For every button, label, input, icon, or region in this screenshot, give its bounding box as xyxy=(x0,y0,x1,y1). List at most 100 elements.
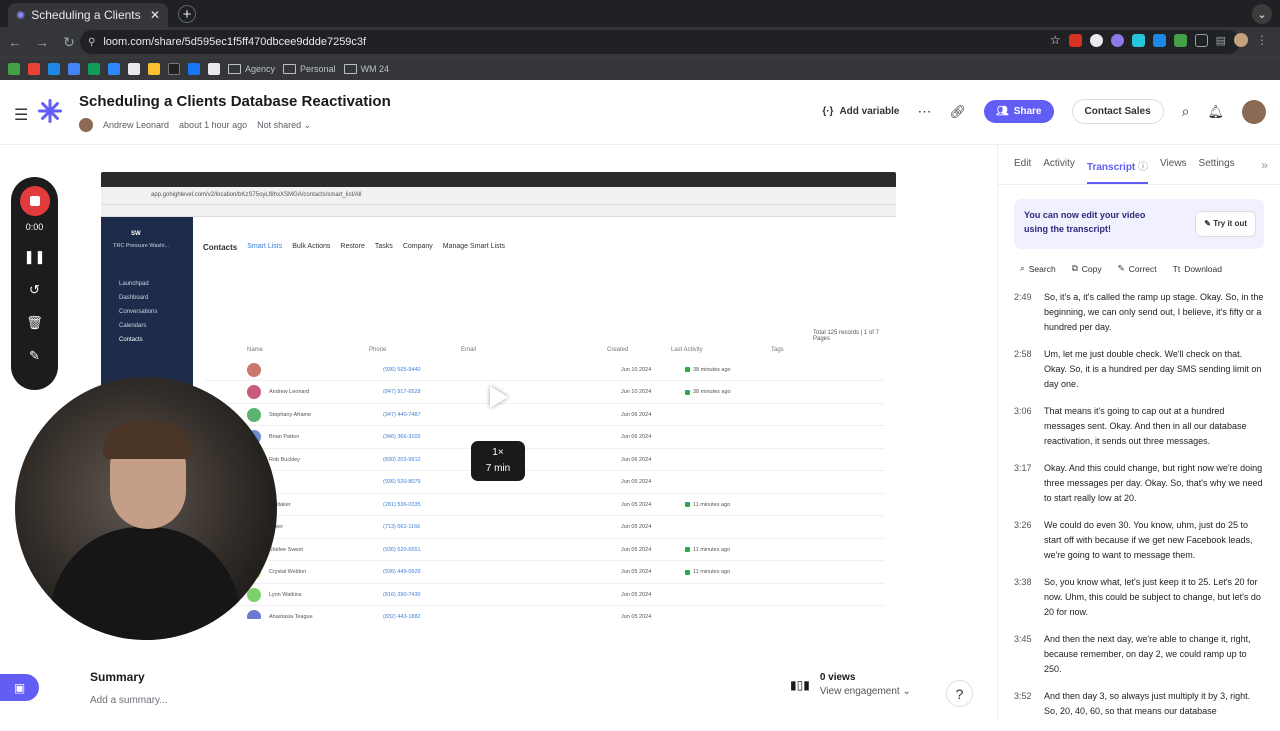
add-variable-button[interactable]: {·} Add variable xyxy=(822,106,899,117)
view-engagement-link[interactable]: View engagement ⌄ xyxy=(820,686,911,697)
tab-views[interactable]: Views xyxy=(1160,158,1187,184)
inner-table-row: Anastasia Teague (832) 443-1882 Jun 05 202… xyxy=(205,607,885,619)
add-summary-link[interactable]: Add a summary... xyxy=(90,695,168,706)
transcript-text[interactable]: And then the next day, we're able to cha… xyxy=(1044,632,1265,677)
transcript-text[interactable]: So, you know what, let's just keep it to… xyxy=(1044,575,1265,620)
sheets-icon[interactable] xyxy=(88,63,100,75)
profile-avatar-icon[interactable] xyxy=(1234,33,1248,47)
extension-purple-icon[interactable] xyxy=(1110,33,1124,47)
share-button[interactable]: 👥︎ Share xyxy=(984,100,1054,123)
browser-tab[interactable]: ✺ Scheduling a Clients Database ✕ xyxy=(8,3,168,27)
loom-logo-icon[interactable] xyxy=(37,98,63,124)
share-status-dropdown[interactable]: Not shared ⌄ xyxy=(257,120,311,131)
transcript-text[interactable]: That means it's going to cap out at a hu… xyxy=(1044,404,1265,449)
site-info-icon[interactable]: ⚲ xyxy=(88,37,95,48)
tab-search-icon[interactable]: ⌄ xyxy=(1252,4,1272,24)
transcript-timestamp[interactable]: 3:26 xyxy=(1014,518,1044,563)
extension-blue-icon[interactable] xyxy=(1152,33,1166,47)
transcript-item[interactable]: 3:38 So, you know what, let's just keep i… xyxy=(998,575,1280,620)
inner-table-row: Brian Patton (346) 366-3102 Jun 06 2024 xyxy=(205,427,885,449)
bookmark-folder-wm24[interactable]: WM 24 xyxy=(344,64,390,74)
menu-icon[interactable]: ☰ xyxy=(14,105,28,125)
search-icon[interactable]: ⌕ xyxy=(1182,103,1190,120)
transcript-item[interactable]: 2:58 Um, let me just double check. We'll … xyxy=(998,347,1280,392)
transcript-text[interactable]: And then day 3, so always just multiply … xyxy=(1044,689,1265,719)
transcript-timestamp[interactable]: 3:52 xyxy=(1014,689,1044,719)
tab-transcript[interactable]: Transcript ⓘ xyxy=(1086,158,1149,184)
bookmark-icon[interactable] xyxy=(48,63,60,75)
sidepanel-icon[interactable]: ▤ xyxy=(1216,34,1226,47)
copy-link-icon[interactable]: 🔗︎ xyxy=(949,104,966,120)
bookmark-icon[interactable] xyxy=(208,63,220,75)
copy-button[interactable]: ⧉ Copy xyxy=(1072,263,1102,274)
reload-icon[interactable]: ↻ xyxy=(57,34,81,51)
inner-table-row: (936) 525-9440 Jun 10 2024 38 minutes ago xyxy=(205,359,885,381)
chrome-menu-icon[interactable]: ⋮ xyxy=(1256,33,1268,47)
transcript-timestamp[interactable]: 3:38 xyxy=(1014,575,1044,620)
speed-duration-badge[interactable]: 1× 7 min xyxy=(471,441,525,481)
tab-settings[interactable]: Settings xyxy=(1199,158,1235,184)
transcript-text[interactable]: Okay. And this could change, but right n… xyxy=(1044,461,1265,506)
search-button[interactable]: ⌕ Search xyxy=(1020,263,1056,274)
meta-icon[interactable] xyxy=(108,63,120,75)
collapse-panel-icon[interactable]: » xyxy=(1261,158,1268,172)
author-avatar xyxy=(79,118,93,132)
bookmark-icon[interactable] xyxy=(168,63,180,75)
transcript-timestamp[interactable]: 3:17 xyxy=(1014,461,1044,506)
extension-white-icon[interactable] xyxy=(1089,33,1103,47)
more-options-icon[interactable]: ⋯ xyxy=(917,103,931,120)
new-tab-button[interactable]: + xyxy=(178,5,196,23)
transcript-timestamp[interactable]: 3:06 xyxy=(1014,404,1044,449)
transcript-timestamp[interactable]: 3:45 xyxy=(1014,632,1044,677)
contact-name: Zeker xyxy=(269,524,284,530)
transcript-item[interactable]: 2:49 So, it's a, it's called the ramp up … xyxy=(998,290,1280,335)
notification-bell-icon[interactable]: 🔔︎ xyxy=(1207,104,1224,120)
bookmark-folder-personal[interactable]: Personal xyxy=(283,64,336,74)
extension-cyan-icon[interactable] xyxy=(1131,33,1145,47)
transcript-item[interactable]: 3:52 And then day 3, so always just multi… xyxy=(998,689,1280,719)
transcript-timestamp[interactable]: 2:49 xyxy=(1014,290,1044,335)
bookmark-icon[interactable] xyxy=(8,63,20,75)
extensions-puzzle-icon[interactable] xyxy=(1194,33,1208,47)
tab-edit[interactable]: Edit xyxy=(1014,158,1031,184)
trash-icon[interactable]: 🗑︎ xyxy=(26,315,43,331)
gmail-icon[interactable] xyxy=(28,63,40,75)
transcript-timestamp[interactable]: 2:58 xyxy=(1014,347,1044,392)
back-icon[interactable]: ← xyxy=(3,34,27,50)
transcript-text[interactable]: Um, let me just double check. We'll chec… xyxy=(1044,347,1265,392)
bookmark-icon[interactable] xyxy=(128,63,140,75)
download-button[interactable]: Tt Download xyxy=(1173,263,1222,274)
loom-header: ☰ Scheduling a Clients Database Reactiva… xyxy=(0,80,1280,145)
try-it-out-button[interactable]: ✎ Try it out xyxy=(1195,211,1256,237)
extension-red-icon[interactable] xyxy=(1068,33,1082,47)
transcript-item[interactable]: 3:26 We could do even 30. You know, uhm, … xyxy=(998,518,1280,563)
transcript-item[interactable]: 3:17 Okay. And this could change, but rig… xyxy=(998,461,1280,506)
pen-icon[interactable]: ✎ xyxy=(29,348,40,364)
pause-icon[interactable]: ❚❚ xyxy=(24,249,46,265)
video-title[interactable]: Scheduling a Clients Database Reactivati… xyxy=(79,93,391,110)
bookmark-icon[interactable] xyxy=(148,63,160,75)
transcript-item[interactable]: 3:45 And then the next day, we're able to… xyxy=(998,632,1280,677)
author-name[interactable]: Andrew Leonard xyxy=(103,120,169,130)
restart-icon[interactable]: ↺ xyxy=(29,282,40,298)
stop-recording-button[interactable] xyxy=(19,186,50,216)
transcript-text[interactable]: We could do even 30. You know, uhm, just… xyxy=(1044,518,1265,563)
play-icon[interactable] xyxy=(471,378,527,416)
tab-close-icon[interactable]: ✕ xyxy=(150,8,160,22)
user-avatar[interactable] xyxy=(1242,99,1266,124)
facebook-icon[interactable] xyxy=(188,63,200,75)
extension-green-icon[interactable] xyxy=(1173,33,1187,47)
bookmark-folder-agency[interactable]: Agency xyxy=(228,64,275,74)
forward-icon[interactable]: → xyxy=(30,34,54,50)
transcript-item[interactable]: 3:06 That means it's going to cap out at … xyxy=(998,404,1280,449)
bookmark-star-icon[interactable]: ☆ xyxy=(1050,33,1061,47)
camera-bubble[interactable] xyxy=(15,377,277,640)
docs-icon[interactable] xyxy=(68,63,80,75)
help-button[interactable]: ? xyxy=(946,680,973,707)
transcript-text[interactable]: So, it's a, it's called the ramp up stag… xyxy=(1044,290,1265,335)
tab-activity[interactable]: Activity xyxy=(1043,158,1075,184)
duration-label: 7 min xyxy=(485,463,511,474)
contact-sales-button[interactable]: Contact Sales xyxy=(1071,99,1164,124)
correct-button[interactable]: ✎ Correct xyxy=(1118,263,1157,274)
record-video-icon[interactable]: ▣ xyxy=(0,674,39,701)
